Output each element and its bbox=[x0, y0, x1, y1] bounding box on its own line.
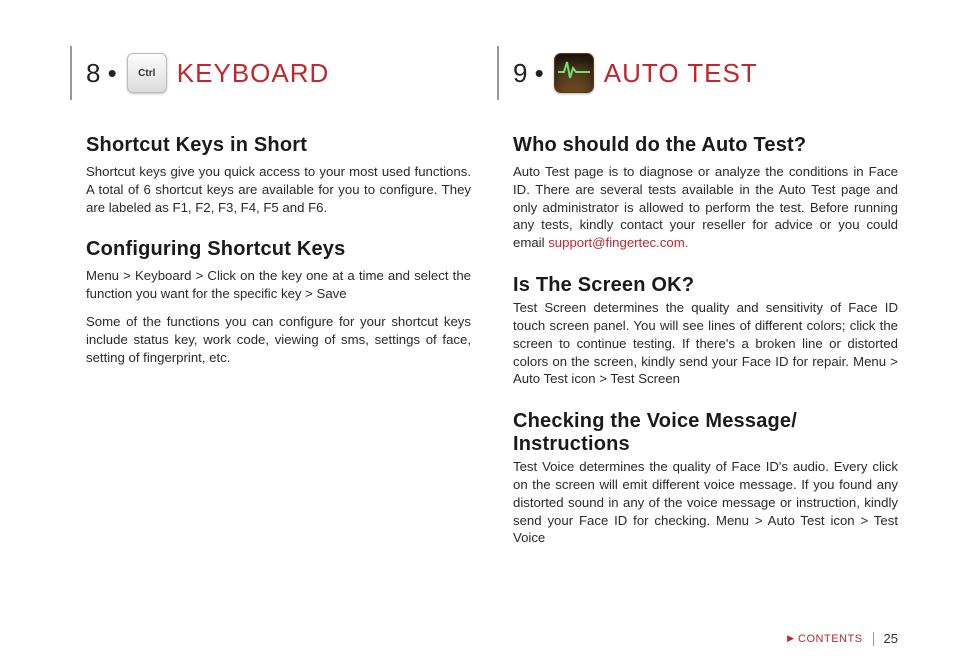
chapter-title: KEYBOARD bbox=[177, 58, 330, 89]
chapter-header-left: 8 • Ctrl KEYBOARD bbox=[70, 46, 471, 100]
contents-link[interactable]: CONTENTS bbox=[798, 633, 863, 645]
section-body: Auto Test page is to diagnose or analyze… bbox=[513, 163, 898, 252]
section-body: Test Voice determines the quality of Fac… bbox=[513, 458, 898, 547]
separator bbox=[873, 632, 874, 646]
right-column: 9 • AUTO TEST Who should do the Auto Tes… bbox=[513, 46, 898, 569]
triangle-icon: ▶ bbox=[787, 633, 794, 644]
page-number: 25 bbox=[884, 631, 898, 646]
support-email: support@fingertec.com. bbox=[548, 235, 688, 250]
section-heading: Checking the Voice Message/ Instructions bbox=[513, 410, 898, 456]
chapter-number: 8 • bbox=[86, 58, 117, 89]
heartbeat-monitor-icon bbox=[554, 53, 594, 93]
chapter-header-right: 9 • AUTO TEST bbox=[497, 46, 898, 100]
section-heading: Configuring Shortcut Keys bbox=[86, 238, 471, 261]
section-body: Menu > Keyboard > Click on the key one a… bbox=[86, 267, 471, 303]
section-body: Some of the functions you can configure … bbox=[86, 313, 471, 366]
keyboard-key-icon: Ctrl bbox=[127, 53, 167, 93]
section-heading: Is The Screen OK? bbox=[513, 274, 898, 297]
section-body: Test Screen determines the quality and s… bbox=[513, 299, 898, 388]
section-body: Shortcut keys give you quick access to y… bbox=[86, 163, 471, 216]
two-column-layout: 8 • Ctrl KEYBOARD Shortcut Keys in Short… bbox=[86, 46, 898, 569]
section-heading: Shortcut Keys in Short bbox=[86, 134, 471, 157]
page-footer: ▶ CONTENTS 25 bbox=[787, 631, 898, 646]
section-heading: Who should do the Auto Test? bbox=[513, 134, 898, 157]
document-page: 8 • Ctrl KEYBOARD Shortcut Keys in Short… bbox=[0, 0, 954, 668]
chapter-title: AUTO TEST bbox=[604, 58, 758, 89]
left-column: 8 • Ctrl KEYBOARD Shortcut Keys in Short… bbox=[86, 46, 471, 569]
chapter-number: 9 • bbox=[513, 58, 544, 89]
